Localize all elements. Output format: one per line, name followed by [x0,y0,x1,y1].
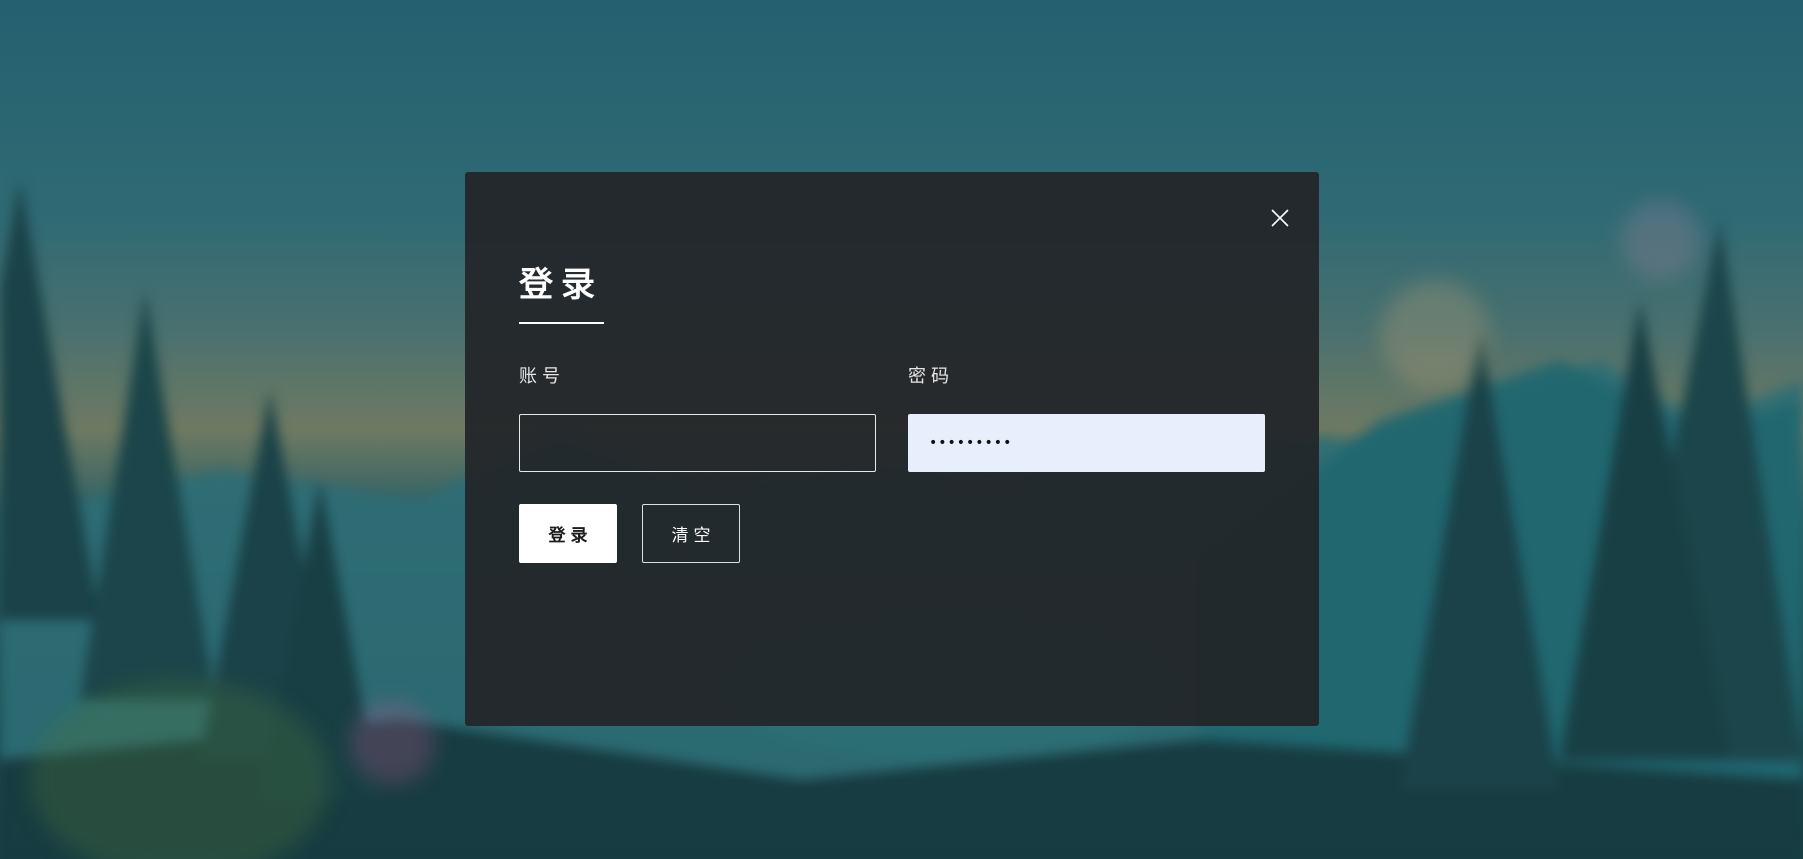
account-input[interactable] [519,414,876,472]
account-label: 账号 [519,366,565,387]
close-button[interactable] [1264,202,1296,234]
login-button[interactable]: 登录 [519,504,617,563]
password-input[interactable] [908,414,1265,472]
clear-button[interactable]: 清空 [642,504,740,563]
close-icon [1271,209,1289,227]
login-modal: 登录 账号 密码 登录 清空 [465,172,1319,726]
modal-title: 登录 [519,265,603,305]
title-underline [519,322,604,324]
password-label: 密码 [908,366,954,387]
